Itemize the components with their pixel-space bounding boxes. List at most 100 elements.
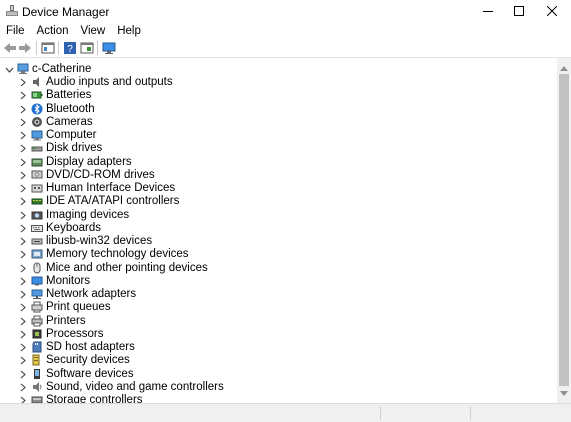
chevron-right-icon[interactable] (19, 330, 27, 339)
bluetooth-icon (31, 103, 43, 115)
title-bar[interactable]: Device Manager (0, 0, 571, 22)
tree-category-label: Monitors (46, 274, 91, 287)
toolbar-separator (36, 41, 37, 55)
chevron-right-icon[interactable] (19, 197, 27, 206)
camera-icon (31, 116, 43, 128)
network-adapter-icon (31, 288, 43, 300)
chevron-right-icon[interactable] (19, 211, 27, 220)
tree-category-label: Imaging devices (46, 208, 130, 221)
chevron-right-icon[interactable] (19, 264, 27, 273)
tree-category[interactable]: Batteries (0, 89, 557, 102)
tree-category[interactable]: Memory technology devices (0, 248, 557, 261)
toolbar: ? (0, 39, 571, 58)
close-button[interactable] (535, 0, 569, 22)
help-icon[interactable]: ? (63, 41, 77, 55)
tree-category[interactable]: DVD/CD-ROM drives (0, 169, 557, 182)
chevron-right-icon[interactable] (19, 303, 27, 312)
close-icon (547, 6, 557, 16)
status-separator (380, 406, 381, 420)
tree-category-label: Memory technology devices (46, 248, 189, 261)
properties-icon[interactable] (41, 41, 55, 55)
imaging-device-icon (31, 209, 43, 221)
chevron-right-icon[interactable] (19, 343, 27, 352)
memory-device-icon (31, 248, 43, 260)
tree-root[interactable]: c-Catherine (0, 63, 557, 76)
scroll-down-arrow-icon[interactable] (560, 387, 568, 399)
printer-icon (31, 315, 43, 327)
tree-category[interactable]: Cameras (0, 116, 557, 129)
tree-category[interactable]: Print queues (0, 301, 557, 314)
device-manager-app-icon (5, 4, 19, 18)
chevron-right-icon[interactable] (19, 118, 27, 127)
chevron-right-icon[interactable] (19, 317, 27, 326)
status-bar (0, 403, 571, 422)
tree-category[interactable]: Software devices (0, 368, 557, 381)
tree-category[interactable]: SD host adapters (0, 341, 557, 354)
scrollbar-thumb[interactable] (559, 74, 569, 386)
tree-category-label: Printers (46, 314, 86, 327)
back-arrow-icon[interactable] (3, 41, 17, 55)
software-device-icon (31, 368, 43, 380)
chevron-right-icon[interactable] (19, 290, 27, 299)
tree-category[interactable]: Mice and other pointing devices (0, 262, 557, 275)
tree-category[interactable]: Computer (0, 129, 557, 142)
menu-action[interactable]: Action (31, 23, 75, 39)
menu-bar: File Action View Help (0, 23, 571, 39)
toolbar-separator (58, 41, 59, 55)
chevron-right-icon[interactable] (19, 370, 27, 379)
tree-category[interactable]: Human Interface Devices (0, 182, 557, 195)
tree-category-label: Audio inputs and outputs (46, 76, 173, 88)
chevron-down-icon[interactable] (5, 65, 14, 73)
computer-icon (31, 129, 43, 141)
tree-category[interactable]: Audio inputs and outputs (0, 76, 557, 89)
tree-category-label: Sound, video and game controllers (46, 380, 224, 393)
tree-category[interactable]: Printers (0, 315, 557, 328)
chevron-right-icon[interactable] (19, 383, 27, 392)
tree-category[interactable]: IDE ATA/ATAPI controllers (0, 195, 557, 208)
monitor-icon (31, 275, 43, 287)
tree-category[interactable]: Network adapters (0, 288, 557, 301)
tree-category[interactable]: Disk drives (0, 142, 557, 155)
chevron-right-icon[interactable] (19, 158, 27, 167)
chevron-right-icon[interactable] (19, 91, 27, 100)
device-tree[interactable]: c-Catherine Audio inputs and outputs Batt… (0, 60, 557, 403)
chevron-right-icon[interactable] (19, 356, 27, 365)
chevron-right-icon[interactable] (19, 237, 27, 246)
tree-category[interactable]: Storage controllers (0, 394, 557, 403)
vertical-scrollbar[interactable] (557, 58, 571, 403)
tree-category[interactable]: libusb-win32 devices (0, 235, 557, 248)
tree-category[interactable]: Imaging devices (0, 209, 557, 222)
ide-controller-icon (31, 195, 43, 207)
chevron-right-icon[interactable] (19, 277, 27, 286)
chevron-right-icon[interactable] (19, 171, 27, 180)
scroll-up-arrow-icon[interactable] (560, 62, 568, 74)
menu-help[interactable]: Help (111, 23, 147, 39)
monitor-icon[interactable] (102, 41, 116, 55)
tree-category-label: Network adapters (46, 288, 137, 300)
tree-category[interactable]: Sound, video and game controllers (0, 381, 557, 394)
tree-category[interactable]: Security devices (0, 354, 557, 367)
tree-category[interactable]: Display adapters (0, 156, 557, 169)
chevron-right-icon[interactable] (19, 131, 27, 140)
maximize-icon (514, 6, 524, 16)
tree-category[interactable]: Keyboards (0, 222, 557, 235)
tree-category-label: Cameras (46, 115, 93, 128)
maximize-button[interactable] (502, 0, 536, 22)
tree-category[interactable]: Processors (0, 328, 557, 341)
chevron-right-icon[interactable] (19, 250, 27, 259)
minimize-button[interactable] (471, 0, 505, 22)
chevron-right-icon[interactable] (19, 105, 27, 114)
menu-view[interactable]: View (75, 23, 112, 39)
tree-category-label: Batteries (46, 89, 92, 102)
tree-category[interactable]: Bluetooth (0, 103, 557, 116)
chevron-right-icon[interactable] (19, 396, 27, 403)
storage-controller-icon (31, 394, 43, 403)
tree-category[interactable]: Monitors (0, 275, 557, 288)
chevron-right-icon[interactable] (19, 78, 27, 87)
update-driver-icon[interactable] (80, 41, 94, 55)
chevron-right-icon[interactable] (19, 144, 27, 153)
forward-arrow-icon[interactable] (18, 41, 32, 55)
menu-file[interactable]: File (0, 23, 31, 39)
chevron-right-icon[interactable] (19, 224, 27, 233)
chevron-right-icon[interactable] (19, 184, 27, 193)
